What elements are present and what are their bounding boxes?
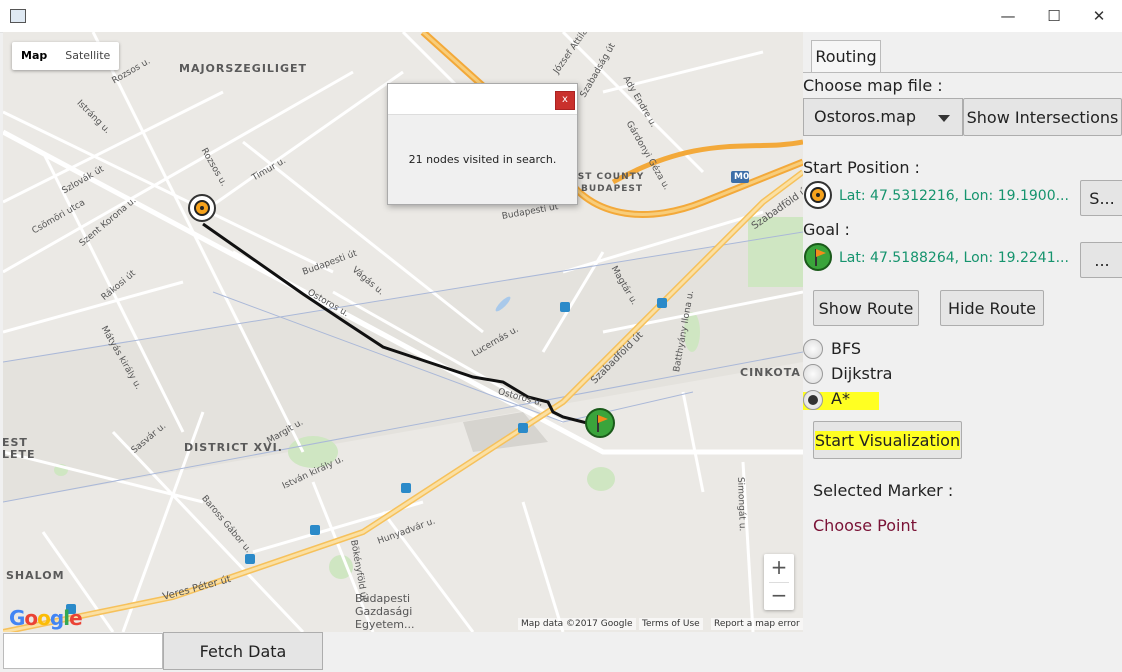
title-bar: — ☐ ✕ <box>0 0 1122 33</box>
district-label: LETE <box>3 448 36 461</box>
terms-link[interactable]: Terms of Use <box>639 618 703 630</box>
close-icon[interactable]: ✕ <box>1076 0 1122 32</box>
zoom-divider <box>769 582 789 583</box>
start-coordinates: Lat: 47.5312216, Lon: 19.1900... <box>839 188 1069 204</box>
start-visualization-button[interactable]: Start Visualization <box>813 421 962 459</box>
start-select-button[interactable]: S... <box>1080 180 1122 216</box>
popup-message: 21 nodes visited in search. <box>408 153 557 166</box>
radio-dijkstra-label: Dijkstra <box>831 364 893 383</box>
google-logo: Google <box>9 606 83 630</box>
map-file-select[interactable]: Ostoros.map <box>803 98 963 136</box>
goal-select-button[interactable]: ... <box>1080 242 1122 278</box>
radio-bfs[interactable] <box>803 339 823 359</box>
report-error-link[interactable]: Report a map error <box>711 618 803 630</box>
zoom-in-button[interactable]: + <box>764 554 794 582</box>
poi-label: Budapesti Gazdasági Egyetem... <box>355 592 415 631</box>
tab-divider <box>803 72 1122 73</box>
minimize-icon[interactable]: — <box>985 0 1031 32</box>
bottom-bar: Fetch Data <box>0 632 1122 672</box>
search-result-popup: x 21 nodes visited in search. <box>387 83 578 205</box>
choose-map-label: Choose map file : <box>803 76 943 95</box>
district-label: BUDAPEST <box>581 184 643 194</box>
show-intersections-button[interactable]: Show Intersections <box>963 98 1122 136</box>
street-label: Simongát u. <box>735 476 747 532</box>
motorway-badge: M0 <box>734 172 750 182</box>
tab-routing[interactable]: Routing <box>811 40 881 73</box>
zoom-control: + − <box>764 554 794 610</box>
map-type-toggle: Map Satellite <box>12 42 120 70</box>
start-position-label: Start Position : <box>803 158 920 177</box>
map-file-value: Ostoros.map <box>814 107 916 126</box>
routing-panel: Routing Choose map file : Ostoros.map Sh… <box>803 32 1122 632</box>
show-route-button[interactable]: Show Route <box>813 290 919 326</box>
popup-close-button[interactable]: x <box>555 91 575 110</box>
radio-bfs-label: BFS <box>831 339 862 358</box>
fetch-location-input[interactable] <box>3 633 163 669</box>
dropdown-arrow-icon <box>938 115 950 122</box>
zoom-out-button[interactable]: − <box>764 582 794 610</box>
app-icon <box>10 9 26 23</box>
choose-point-text: Choose Point <box>813 516 917 535</box>
district-label: CINKOTA <box>740 366 801 379</box>
radio-astar-label: A* <box>831 389 850 408</box>
goal-flag-icon <box>803 242 833 276</box>
radio-astar[interactable] <box>803 390 823 410</box>
map-type-satellite-button[interactable]: Satellite <box>56 42 119 70</box>
district-label: MAJORSZEGILIGET <box>179 62 308 75</box>
map-data-credit: Map data ©2017 Google <box>518 618 636 630</box>
start-target-icon <box>803 180 833 214</box>
start-visualization-label: Start Visualization <box>814 430 961 450</box>
map-type-map-button[interactable]: Map <box>12 42 56 70</box>
popup-header: x <box>388 84 577 115</box>
goal-coordinates: Lat: 47.5188264, Lon: 19.2241... <box>839 250 1069 266</box>
hide-route-button[interactable]: Hide Route <box>940 290 1044 326</box>
district-label: SHALOM <box>6 569 65 582</box>
selected-marker-label: Selected Marker : <box>813 481 954 500</box>
maximize-icon[interactable]: ☐ <box>1031 0 1077 32</box>
goal-label: Goal : <box>803 220 850 239</box>
fetch-data-button[interactable]: Fetch Data <box>163 632 323 670</box>
radio-dijkstra[interactable] <box>803 364 823 384</box>
map-view[interactable]: MAJORSZEGILIGET CINKOTA DISTRICT XVI. SH… <box>3 32 803 632</box>
